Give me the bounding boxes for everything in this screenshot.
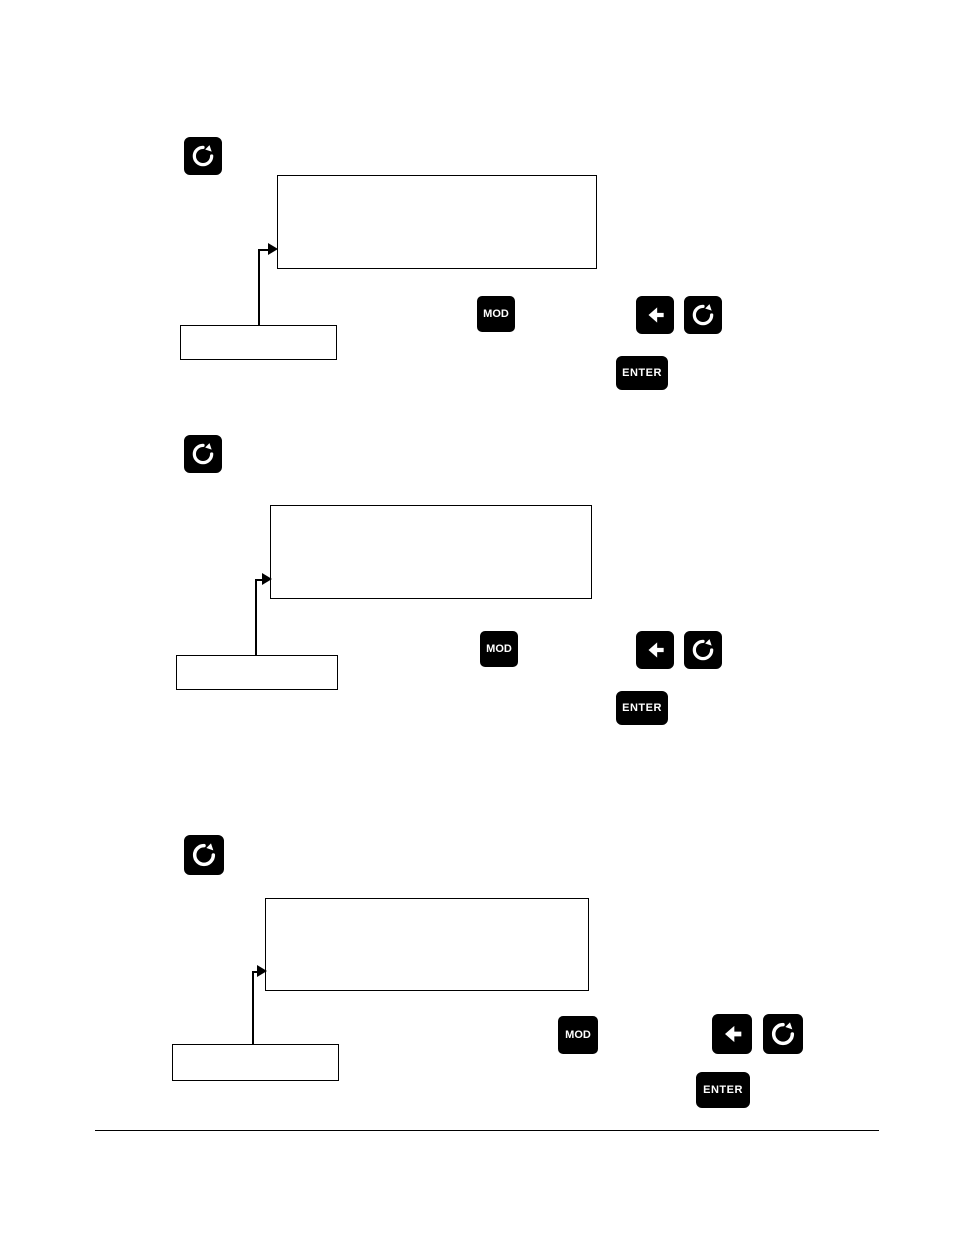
document-page: MOD ENTER MOD	[0, 0, 954, 1235]
enter-label: ENTER	[703, 1084, 743, 1096]
mod-label: MOD	[483, 308, 509, 320]
left-arrow-icon[interactable]	[636, 631, 674, 669]
left-arrow-icon[interactable]	[712, 1014, 752, 1054]
enter-button[interactable]: ENTER	[616, 356, 668, 390]
cycle-icon[interactable]	[184, 835, 224, 875]
mod-label: MOD	[486, 643, 512, 655]
mod-button[interactable]: MOD	[480, 631, 518, 667]
display-box	[277, 175, 597, 269]
label-box	[180, 325, 337, 360]
enter-button[interactable]: ENTER	[616, 691, 668, 725]
footer-rule	[95, 1130, 879, 1131]
enter-label: ENTER	[622, 702, 662, 714]
connector-arrowhead	[262, 573, 272, 585]
connector-v	[258, 249, 260, 325]
cycle-icon[interactable]	[763, 1014, 803, 1054]
cycle-icon[interactable]	[684, 296, 722, 334]
enter-button[interactable]: ENTER	[696, 1072, 750, 1108]
mod-label: MOD	[565, 1029, 591, 1041]
connector-v	[252, 971, 254, 1045]
display-box	[265, 898, 589, 991]
enter-label: ENTER	[622, 367, 662, 379]
left-arrow-icon[interactable]	[636, 296, 674, 334]
cycle-icon[interactable]	[684, 631, 722, 669]
mod-button[interactable]: MOD	[477, 296, 515, 332]
label-box	[176, 655, 338, 690]
display-box	[270, 505, 592, 599]
label-box	[172, 1044, 339, 1081]
cycle-icon[interactable]	[184, 435, 222, 473]
connector-arrowhead	[268, 243, 278, 255]
mod-button[interactable]: MOD	[558, 1016, 598, 1054]
cycle-icon[interactable]	[184, 137, 222, 175]
connector-v	[255, 579, 257, 656]
connector-arrowhead	[257, 965, 267, 977]
